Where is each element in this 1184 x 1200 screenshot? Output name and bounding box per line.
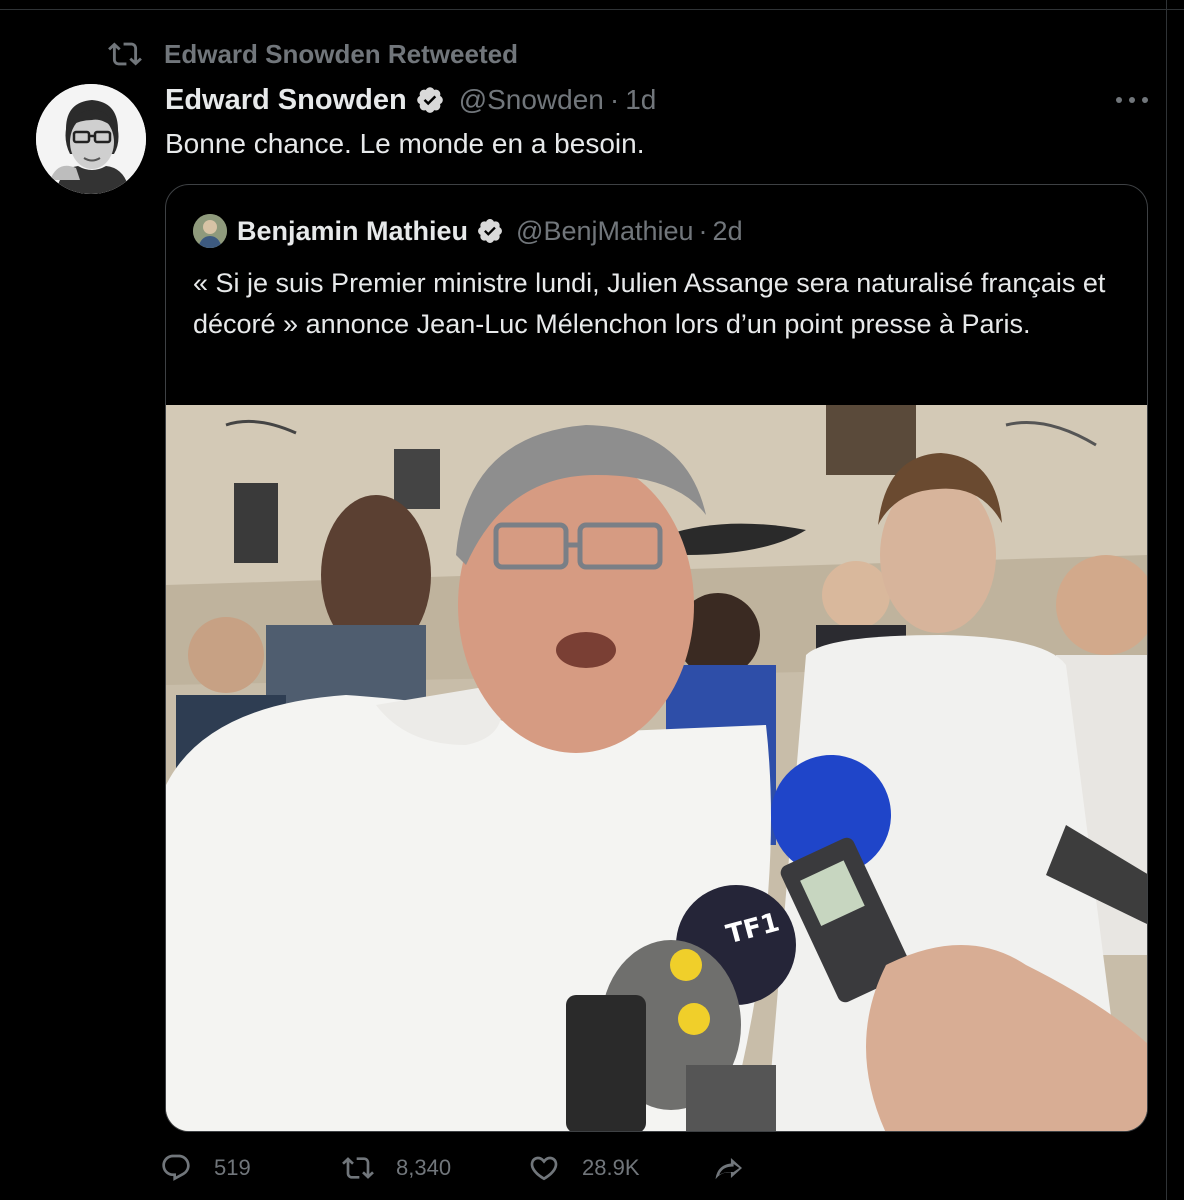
- tweet-text: Bonne chance. Le monde en a besoin.: [165, 128, 645, 159]
- retweet-icon: [108, 42, 142, 66]
- reply-icon: [162, 1154, 190, 1181]
- retweet-context[interactable]: Edward Snowden Retweeted: [108, 38, 518, 70]
- author-avatar[interactable]: [36, 84, 146, 194]
- quoted-author-name[interactable]: Benjamin Mathieu: [237, 216, 468, 247]
- press-conference-photo[interactable]: TF1: [166, 405, 1147, 1131]
- separator: ·: [609, 84, 620, 115]
- retweet-icon: [342, 1157, 374, 1179]
- reply-action[interactable]: 519: [160, 1148, 251, 1188]
- quoted-author-avatar[interactable]: [193, 214, 227, 248]
- like-count: 28.9K: [582, 1155, 640, 1180]
- author-handle[interactable]: @Snowden: [459, 84, 604, 116]
- column-divider: [1166, 0, 1167, 1200]
- verified-badge-icon[interactable]: [415, 85, 445, 115]
- reply-count: 519: [214, 1155, 251, 1180]
- top-divider: [0, 0, 1184, 10]
- timestamp[interactable]: 1d: [625, 84, 656, 116]
- more-options-icon[interactable]: [1112, 90, 1152, 110]
- tweet-header: Edward Snowden @Snowden · 1d: [165, 80, 656, 120]
- tweet-actions: 519 8,340 28.9K: [160, 1148, 760, 1188]
- heart-icon: [530, 1156, 558, 1181]
- quoted-separator: ·: [698, 215, 708, 246]
- retweet-action[interactable]: 8,340: [342, 1148, 451, 1188]
- quoted-tweet-header: Benjamin Mathieu @BenjMathieu · 2d: [193, 212, 743, 250]
- share-icon: [715, 1158, 742, 1180]
- quoted-tweet-card[interactable]: Benjamin Mathieu @BenjMathieu · 2d « Si …: [165, 184, 1148, 1132]
- quoted-timestamp[interactable]: 2d: [713, 216, 743, 247]
- share-action[interactable]: [712, 1148, 744, 1188]
- retweet-count: 8,340: [396, 1155, 452, 1180]
- quoted-author-handle[interactable]: @BenjMathieu: [516, 216, 694, 247]
- retweet-label: Edward Snowden Retweeted: [164, 38, 518, 69]
- quoted-tweet-text: « Si je suis Premier ministre lundi, Jul…: [193, 268, 1106, 339]
- like-action[interactable]: 28.9K: [528, 1148, 640, 1188]
- quoted-verified-badge-icon[interactable]: [476, 217, 504, 245]
- author-name[interactable]: Edward Snowden: [165, 84, 407, 117]
